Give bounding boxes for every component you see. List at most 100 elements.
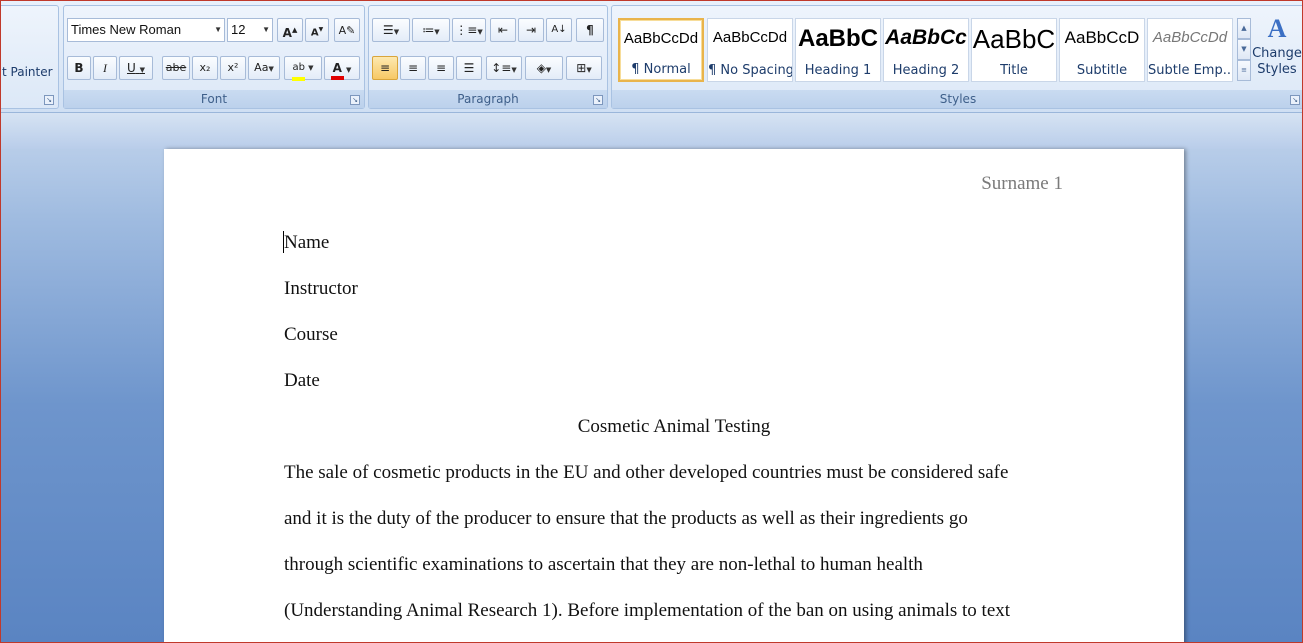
document-page[interactable]: Surname 1 Name Instructor Course Date Co…: [164, 149, 1184, 642]
line-spacing-icon: ↕≡: [491, 61, 512, 75]
style-sample: AaBbCc: [885, 26, 967, 49]
italic-button[interactable]: I: [93, 56, 117, 80]
font-color-icon: A: [330, 57, 344, 80]
multilevel-list-icon: ⋮≡: [455, 23, 478, 37]
increase-indent-button[interactable]: ⇥: [518, 18, 544, 42]
bullets-button[interactable]: ☰▼: [372, 18, 410, 42]
increase-indent-icon: ⇥: [525, 23, 537, 37]
styles-gallery-scroll: ▲ ▼ ≡: [1237, 18, 1251, 82]
chevron-down-icon: ▼: [308, 64, 314, 72]
align-left-button[interactable]: ≡: [372, 56, 398, 80]
paragraph-launcher-icon[interactable]: ↘: [593, 95, 603, 105]
chevron-down-icon: ▼: [545, 66, 552, 74]
styles-launcher-icon[interactable]: ↘: [1290, 95, 1300, 105]
style-subtle-emphasis[interactable]: AaBbCcDd Subtle Emp...: [1147, 18, 1233, 82]
grow-font-icon: A: [282, 26, 292, 40]
grow-font-button[interactable]: A▲: [277, 18, 303, 42]
scroll-up-icon[interactable]: ▲: [1237, 18, 1251, 39]
change-styles-button[interactable]: A Change Styles: [1252, 12, 1302, 92]
style-sample: AaBbCcDd: [1152, 29, 1228, 46]
borders-icon: ⊞: [576, 61, 587, 75]
align-center-button[interactable]: ≡: [400, 56, 426, 80]
line-spacing-button[interactable]: ↕≡▼: [486, 56, 522, 80]
change-case-button[interactable]: Aa▼: [248, 56, 280, 80]
shrink-font-icon: A: [310, 27, 319, 39]
borders-button[interactable]: ⊞▼: [566, 56, 602, 80]
style-sample: AaBbC: [797, 25, 878, 52]
font-size-combo[interactable]: 12 ▼: [227, 18, 273, 42]
numbering-icon: ≔: [422, 23, 435, 37]
paint-bucket-icon: ◈: [536, 61, 546, 75]
sort-button[interactable]: A↓: [546, 18, 572, 42]
style-heading-1[interactable]: AaBbC Heading 1: [795, 18, 881, 82]
bold-button[interactable]: B: [67, 56, 91, 80]
pilcrow-icon: ¶: [586, 23, 594, 37]
paragraph-group: ☰▼ ≔▼ ⋮≡▼ ⇤ ⇥ A↓ ¶ ≡ ≡ ≡ ☰ ↕≡▼ ◈▼ ⊞▼ Par…: [368, 5, 608, 109]
font-group-label: Font: [64, 90, 364, 108]
styles-group-label: Styles: [612, 90, 1302, 108]
document-workspace: Surname 1 Name Instructor Course Date Co…: [1, 113, 1302, 642]
font-name-combo[interactable]: Times New Roman ▼: [67, 18, 225, 42]
word-window: t Painter ↘ Times New Roman ▼ 12 ▼ A▲ A▼…: [0, 0, 1303, 643]
body-line: The sale of cosmetic products in the EU …: [284, 462, 1009, 483]
chevron-down-icon: ▼: [511, 66, 517, 74]
change-case-label: Aa: [254, 61, 269, 74]
paragraph-group-label: Paragraph: [369, 90, 607, 108]
align-right-button[interactable]: ≡: [428, 56, 454, 80]
font-group: Times New Roman ▼ 12 ▼ A▲ A▼ A✎ B I U ▼ …: [63, 5, 365, 109]
font-color-label: A: [332, 61, 342, 75]
chevron-down-icon: ▼: [393, 28, 400, 36]
align-left-icon: ≡: [379, 61, 391, 75]
style-name: Subtitle: [1076, 63, 1128, 78]
font-name-value: Times New Roman: [71, 22, 182, 37]
multilevel-list-button[interactable]: ⋮≡▼: [452, 18, 486, 42]
numbering-button[interactable]: ≔▼: [412, 18, 450, 42]
align-right-icon: ≡: [435, 61, 447, 75]
decrease-indent-button[interactable]: ⇤: [490, 18, 516, 42]
scroll-down-icon[interactable]: ▼: [1237, 39, 1251, 60]
bullets-icon: ☰: [382, 23, 394, 37]
justify-button[interactable]: ☰: [456, 56, 482, 80]
style-no-spacing[interactable]: AaBbCcDd ¶ No Spacing: [707, 18, 793, 82]
line-date: Date: [284, 370, 320, 391]
body-line: through scientific examinations to ascer…: [284, 554, 923, 575]
shading-button[interactable]: ◈▼: [525, 56, 563, 80]
workspace-top-band: [1, 113, 1302, 149]
font-color-button[interactable]: A ▼: [324, 56, 360, 80]
underline-label: U: [126, 61, 136, 75]
sort-icon: A↓: [551, 24, 567, 35]
style-heading-2[interactable]: AaBbCc Heading 2: [883, 18, 969, 82]
change-styles-label-1: Change: [1252, 46, 1302, 61]
highlight-label: ab: [292, 62, 305, 73]
highlighter-icon: ab: [292, 57, 305, 81]
show-marks-button[interactable]: ¶: [576, 18, 604, 42]
chevron-down-icon: ▼: [346, 66, 352, 74]
style-name: Heading 2: [892, 63, 960, 78]
style-name: Heading 1: [804, 63, 872, 78]
font-launcher-icon[interactable]: ↘: [350, 95, 360, 105]
clipboard-launcher-icon[interactable]: ↘: [44, 95, 54, 105]
chevron-down-icon: ▼: [434, 28, 440, 36]
clear-formatting-button[interactable]: A✎: [334, 18, 360, 42]
style-sample: AaBbCcDd: [712, 29, 788, 46]
underline-button[interactable]: U ▼: [119, 56, 153, 80]
ribbon: t Painter ↘ Times New Roman ▼ 12 ▼ A▲ A▼…: [1, 1, 1302, 113]
style-name: ¶ Normal: [631, 62, 691, 77]
more-styles-icon[interactable]: ≡: [1237, 60, 1251, 81]
decrease-indent-icon: ⇤: [497, 23, 509, 37]
body-line: (Understanding Animal Research 1). Befor…: [284, 600, 1011, 621]
strikethrough-button[interactable]: abe: [162, 56, 190, 80]
shrink-font-button[interactable]: A▼: [305, 18, 329, 42]
subscript-button[interactable]: x₂: [192, 56, 218, 80]
chevron-down-icon: ▼: [477, 28, 483, 36]
format-painter-button[interactable]: t Painter: [2, 65, 53, 79]
style-name: ¶ No Spacing: [708, 63, 792, 78]
change-styles-icon: A: [1267, 14, 1287, 43]
document-title: Cosmetic Animal Testing: [577, 416, 771, 437]
justify-icon: ☰: [463, 61, 475, 75]
style-title[interactable]: AaBbC Title: [971, 18, 1057, 82]
superscript-button[interactable]: x²: [220, 56, 246, 80]
highlight-button[interactable]: ab ▼: [284, 56, 322, 81]
style-subtitle[interactable]: AaBbCcD Subtitle: [1059, 18, 1145, 82]
style-normal[interactable]: AaBbCcDd ¶ Normal: [618, 18, 704, 82]
